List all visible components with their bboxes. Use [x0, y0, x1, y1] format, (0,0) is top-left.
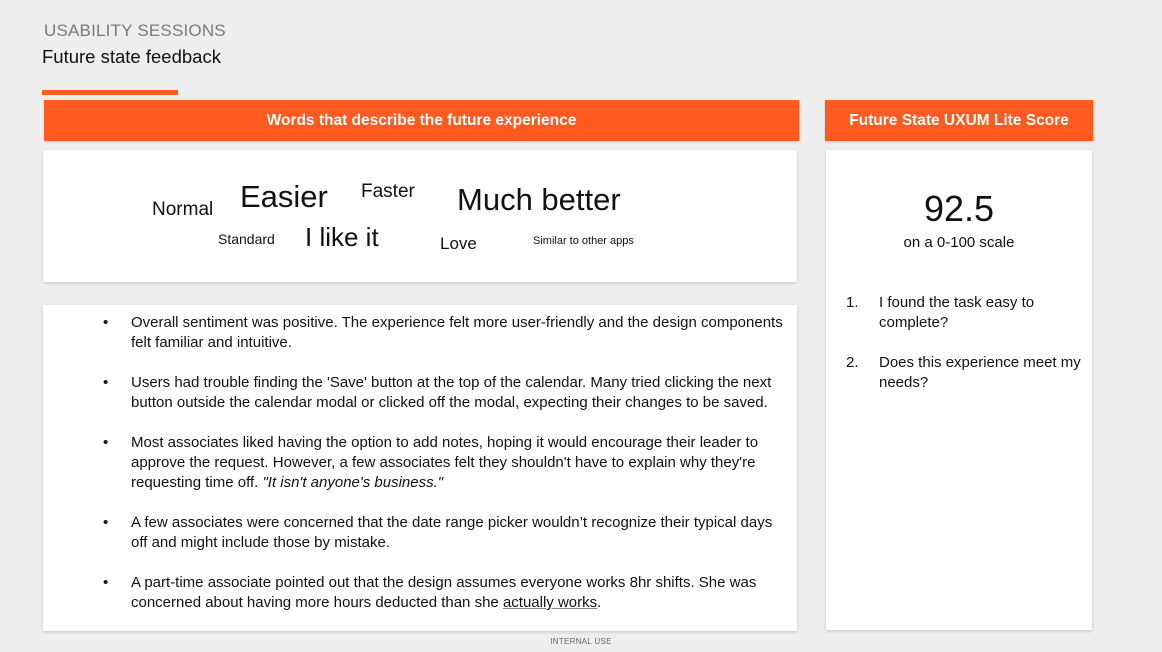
word-much-better: Much better	[457, 182, 621, 217]
finding-quote: "It isn't anyone's business."	[262, 474, 444, 491]
accent-divider	[42, 90, 178, 95]
bullet-icon: •	[103, 314, 109, 331]
finding-text: A part-time associate pointed out that t…	[131, 574, 757, 611]
score-value: 92.5	[923, 188, 995, 229]
word-normal: Normal	[152, 199, 214, 220]
finding-item: • Users had trouble finding the 'Save' b…	[43, 373, 797, 413]
question-number: 1.	[846, 294, 859, 311]
survey-questions-list: 1. I found the task easy to complete? 2.…	[846, 293, 1086, 413]
finding-item: • A few associates were concerned that t…	[43, 513, 797, 553]
bullet-icon: •	[103, 574, 109, 591]
question-text: Does this experience meet my needs?	[879, 354, 1081, 391]
finding-item: • A part-time associate pointed out that…	[43, 573, 797, 613]
finding-item: • Most associates liked having the optio…	[43, 433, 797, 493]
word-cloud-card: Normal Easier Faster Much better Standar…	[43, 150, 797, 282]
finding-text: Users had trouble finding the 'Save' but…	[131, 374, 772, 411]
finding-tail: .	[597, 594, 602, 611]
question-number: 2.	[846, 354, 859, 371]
bullet-icon: •	[103, 434, 109, 451]
finding-text: A few associates were concerned that the…	[131, 514, 773, 551]
score-caption: on a 0-100 scale	[903, 234, 1015, 251]
finding-item: • Overall sentiment was positive. The ex…	[43, 313, 797, 353]
findings-card: • Overall sentiment was positive. The ex…	[43, 305, 797, 631]
word-love: Love	[440, 234, 477, 253]
page-title: Future state feedback	[42, 46, 221, 67]
word-i-like-it: I like it	[305, 222, 379, 252]
survey-question: 1. I found the task easy to complete?	[846, 293, 1086, 333]
words-banner: Words that describe the future experienc…	[44, 100, 799, 141]
finding-text: Most associates liked having the option …	[131, 434, 759, 491]
bullet-icon: •	[103, 514, 109, 531]
score-banner: Future State UXUM Lite Score	[825, 100, 1093, 141]
finding-text: Overall sentiment was positive. The expe…	[131, 314, 783, 351]
bullet-icon: •	[103, 374, 109, 391]
survey-question: 2. Does this experience meet my needs?	[846, 353, 1086, 393]
word-similar-to-other-apps: Similar to other apps	[533, 235, 634, 247]
findings-list: • Overall sentiment was positive. The ex…	[43, 313, 797, 631]
word-faster: Faster	[361, 181, 415, 202]
finding-underlined-text: actually works	[502, 594, 598, 611]
word-standard: Standard	[218, 231, 275, 247]
classification-footer: INTERNAL USE	[550, 637, 612, 646]
question-text: I found the task easy to complete?	[879, 294, 1035, 331]
score-card: 92.5 on a 0-100 scale 1. I found the tas…	[826, 150, 1092, 630]
word-easier: Easier	[240, 179, 328, 214]
section-eyebrow: USABILITY SESSIONS	[44, 21, 226, 40]
